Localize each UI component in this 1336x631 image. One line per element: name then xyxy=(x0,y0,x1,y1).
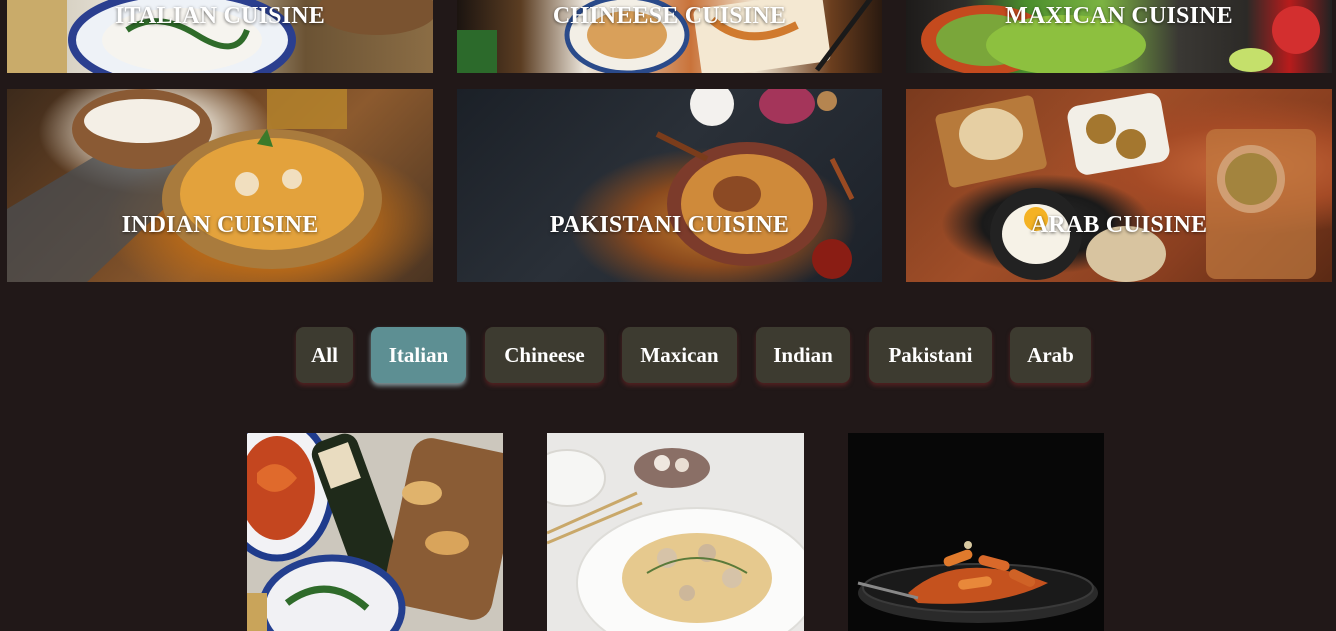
cuisine-title: MAXICAN CUISINE xyxy=(1005,3,1233,29)
filter-button-italian[interactable]: Italian xyxy=(371,327,466,383)
cuisine-card-italian[interactable]: ITALIAN CUISINE xyxy=(7,0,433,73)
filter-button-indian[interactable]: Indian xyxy=(756,327,850,383)
cuisine-filter-bar: All Italian Chineese Maxican Indian Paki… xyxy=(0,327,1336,383)
cuisine-card-indian[interactable]: INDIAN CUISINE xyxy=(7,89,433,282)
italian-platter-photo xyxy=(247,433,503,631)
indian-cuisine-photo xyxy=(7,89,433,282)
cuisine-title: INDIAN CUISINE xyxy=(121,212,319,238)
dish-card[interactable] xyxy=(547,433,804,631)
cuisine-card-maxican[interactable]: MAXICAN CUISINE xyxy=(906,0,1332,73)
dish-card[interactable] xyxy=(247,433,503,631)
filter-button-all[interactable]: All xyxy=(296,327,353,383)
pakistani-cuisine-photo xyxy=(457,89,882,282)
cuisine-title: PAKISTANI CUISINE xyxy=(549,212,790,238)
cuisine-title: CHINEESE CUISINE xyxy=(552,3,787,29)
penne-pasta-photo xyxy=(848,433,1104,631)
cuisine-card-pakistani[interactable]: PAKISTANI CUISINE xyxy=(457,89,882,282)
cuisine-title: ARAB CUISINE xyxy=(1030,212,1208,238)
filter-button-chineese[interactable]: Chineese xyxy=(485,327,604,383)
mushroom-pasta-photo xyxy=(547,433,804,631)
dish-card[interactable] xyxy=(848,433,1104,631)
arab-cuisine-photo xyxy=(906,89,1332,282)
cuisine-title: ITALIAN CUISINE xyxy=(115,3,325,29)
page: ITALIAN CUISINE CHINEESE CUISINE MAXICAN… xyxy=(0,0,1336,631)
cuisine-card-chineese[interactable]: CHINEESE CUISINE xyxy=(457,0,882,73)
filter-button-arab[interactable]: Arab xyxy=(1010,327,1091,383)
filter-button-pakistani[interactable]: Pakistani xyxy=(869,327,992,383)
filter-button-maxican[interactable]: Maxican xyxy=(622,327,737,383)
cuisine-card-arab[interactable]: ARAB CUISINE xyxy=(906,89,1332,282)
